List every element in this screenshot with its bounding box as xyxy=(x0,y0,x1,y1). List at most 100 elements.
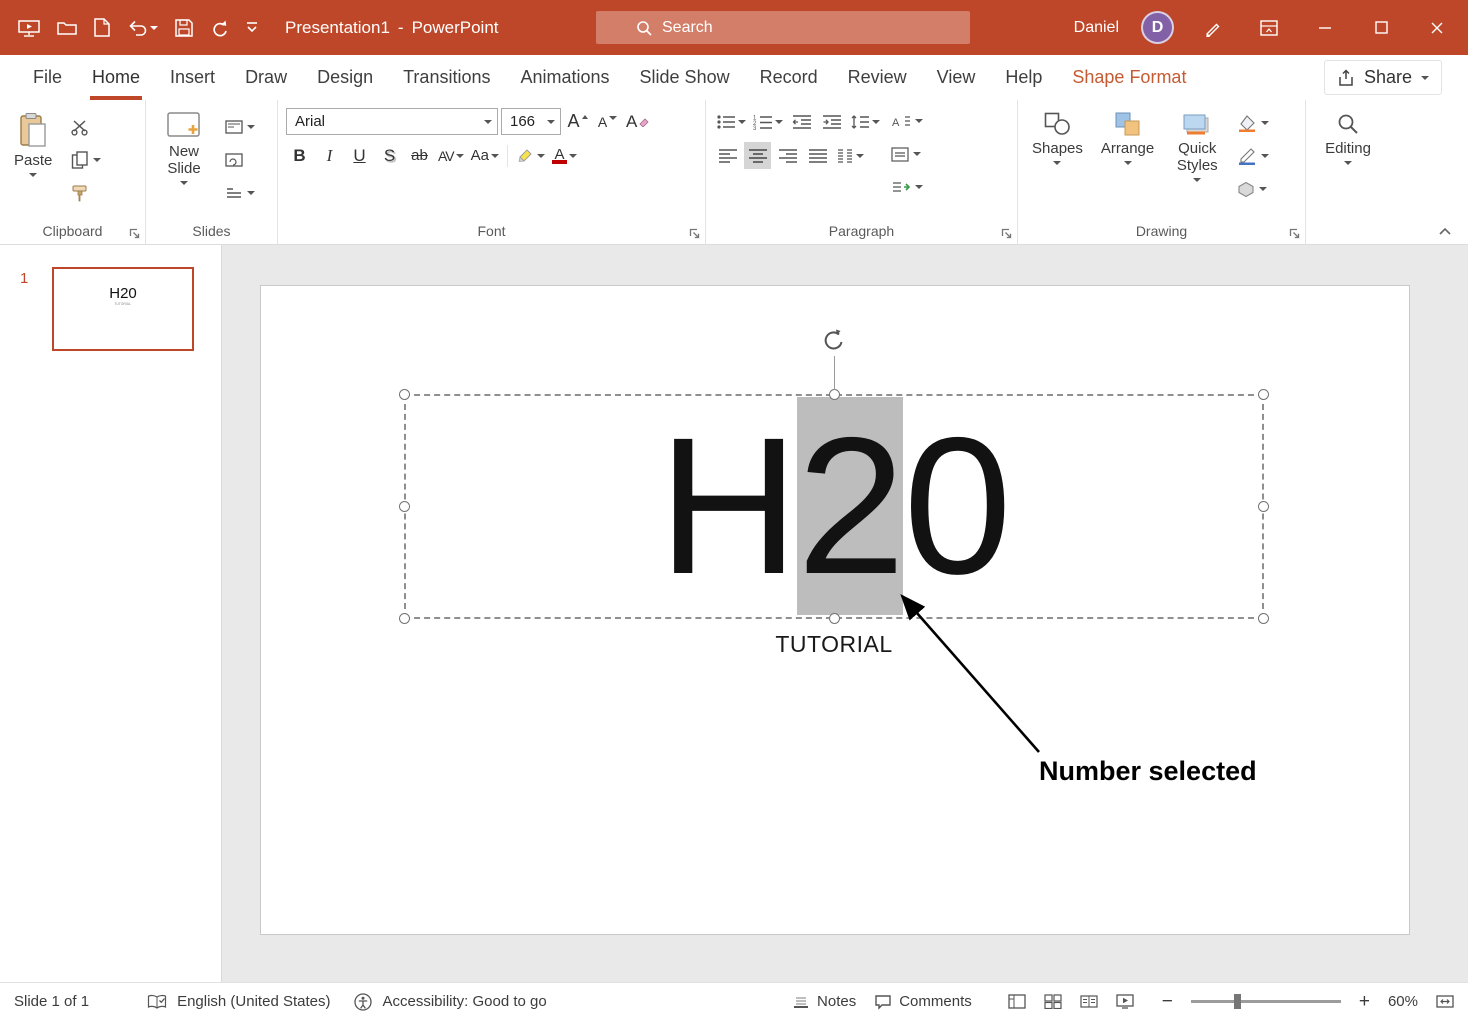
align-text-button[interactable] xyxy=(888,143,926,165)
numbering-button[interactable]: 123 xyxy=(751,108,785,135)
share-dropdown-icon[interactable] xyxy=(1421,76,1429,80)
arrange-dropdown-icon[interactable] xyxy=(1124,161,1132,165)
collapse-ribbon-button[interactable] xyxy=(1438,227,1452,236)
avatar[interactable]: D xyxy=(1141,11,1174,44)
grow-font-button[interactable]: A xyxy=(564,108,591,135)
cut-button[interactable] xyxy=(68,116,104,138)
rotate-handle[interactable] xyxy=(821,328,847,354)
shrink-font-button[interactable]: A xyxy=(594,108,621,135)
customize-quick-access-icon[interactable] xyxy=(245,21,259,34)
line-spacing-button[interactable] xyxy=(848,108,882,135)
font-dialog-launcher[interactable] xyxy=(689,228,700,239)
slide-thumbnail[interactable]: H20 TUTORIAL xyxy=(52,267,194,351)
ribbon-display-options-icon[interactable] xyxy=(1252,8,1286,48)
font-size-dropdown-icon[interactable] xyxy=(547,120,555,124)
clear-formatting-button[interactable]: A xyxy=(624,108,651,135)
accessibility-checker-button[interactable] xyxy=(354,993,372,1011)
layout-dropdown-icon[interactable] xyxy=(247,125,255,129)
redo-button[interactable] xyxy=(210,19,228,37)
copy-button[interactable] xyxy=(68,149,104,171)
zoom-level[interactable]: 60% xyxy=(1388,993,1418,1010)
paste-button[interactable]: Paste xyxy=(8,108,58,204)
align-right-button[interactable] xyxy=(774,142,801,169)
shape-effects-button[interactable] xyxy=(1234,178,1272,200)
text-direction-button[interactable]: A xyxy=(888,110,926,132)
decrease-indent-button[interactable] xyxy=(788,108,815,135)
tab-animations[interactable]: Animations xyxy=(505,55,624,100)
copy-dropdown-icon[interactable] xyxy=(93,158,101,162)
selected-text[interactable]: 2 xyxy=(797,397,903,615)
italic-button[interactable]: I xyxy=(316,142,343,169)
share-button[interactable]: Share xyxy=(1324,60,1442,95)
slide-sorter-view-button[interactable] xyxy=(1044,994,1062,1009)
bold-button[interactable]: B xyxy=(286,142,313,169)
tab-slide-show[interactable]: Slide Show xyxy=(625,55,745,100)
zoom-slider[interactable] xyxy=(1191,1000,1341,1003)
tab-help[interactable]: Help xyxy=(990,55,1057,100)
clipboard-dialog-launcher[interactable] xyxy=(129,228,140,239)
close-button[interactable] xyxy=(1420,8,1454,48)
font-family-dropdown-icon[interactable] xyxy=(484,120,492,124)
font-color-button[interactable]: A xyxy=(550,142,579,169)
notes-toggle-button[interactable]: Notes xyxy=(792,993,856,1010)
editing-dropdown-icon[interactable] xyxy=(1344,161,1352,165)
spell-check-button[interactable] xyxy=(147,994,167,1010)
resize-handle-e[interactable] xyxy=(1258,501,1269,512)
comments-toggle-button[interactable]: Comments xyxy=(874,993,972,1010)
fit-slide-to-window-button[interactable] xyxy=(1436,994,1454,1009)
text-shadow-button[interactable]: S xyxy=(376,142,403,169)
undo-button[interactable] xyxy=(127,19,158,36)
language-selector[interactable]: English (United States) xyxy=(177,993,330,1010)
new-slide-button[interactable]: New Slide xyxy=(154,108,214,204)
resize-handle-ne[interactable] xyxy=(1258,389,1269,400)
font-size-select[interactable]: 166 xyxy=(501,108,561,135)
title-textbox[interactable]: H20 xyxy=(404,394,1264,619)
ink-pen-icon[interactable] xyxy=(1196,8,1230,48)
resize-handle-w[interactable] xyxy=(399,501,410,512)
reading-view-button[interactable] xyxy=(1080,994,1098,1009)
paragraph-dialog-launcher[interactable] xyxy=(1001,228,1012,239)
change-case-button[interactable]: Aa xyxy=(469,142,501,169)
smartart-button[interactable] xyxy=(888,176,926,198)
section-button[interactable] xyxy=(222,182,258,204)
resize-handle-nw[interactable] xyxy=(399,389,410,400)
drawing-dialog-launcher[interactable] xyxy=(1289,228,1300,239)
character-spacing-button[interactable]: AV xyxy=(436,142,466,169)
layout-button[interactable] xyxy=(222,116,258,138)
editing-button[interactable]: Editing xyxy=(1314,108,1382,165)
shapes-dropdown-icon[interactable] xyxy=(1053,161,1061,165)
align-center-button[interactable] xyxy=(744,142,771,169)
annotation-text[interactable]: Number selected xyxy=(1039,756,1257,787)
save-button[interactable] xyxy=(175,19,193,37)
text-after-selection[interactable]: 0 xyxy=(903,397,1009,615)
slide-title-text[interactable]: H20 xyxy=(658,404,1010,609)
justify-button[interactable] xyxy=(804,142,831,169)
new-file-button[interactable] xyxy=(94,18,110,37)
resize-handle-s[interactable] xyxy=(829,613,840,624)
shape-fill-button[interactable] xyxy=(1234,112,1272,134)
slide[interactable]: H20 TUTORIAL Number selected xyxy=(260,285,1410,935)
strikethrough-button[interactable]: ab xyxy=(406,142,433,169)
text-before-selection[interactable]: H xyxy=(658,397,797,615)
tab-file[interactable]: File xyxy=(18,55,77,100)
font-color-dropdown-icon[interactable] xyxy=(569,154,577,158)
highlight-dropdown-icon[interactable] xyxy=(537,154,545,158)
quick-styles-dropdown-icon[interactable] xyxy=(1193,178,1201,182)
columns-button[interactable] xyxy=(834,142,866,169)
resize-handle-sw[interactable] xyxy=(399,613,410,624)
minimize-button[interactable] xyxy=(1308,8,1342,48)
user-name[interactable]: Daniel xyxy=(1074,19,1119,37)
text-highlight-button[interactable] xyxy=(514,142,547,169)
align-left-button[interactable] xyxy=(714,142,741,169)
format-painter-button[interactable] xyxy=(68,182,104,204)
tab-home[interactable]: Home xyxy=(77,55,155,100)
new-slide-dropdown-icon[interactable] xyxy=(180,181,188,185)
shape-outline-button[interactable] xyxy=(1234,145,1272,167)
section-dropdown-icon[interactable] xyxy=(247,191,255,195)
open-file-button[interactable] xyxy=(57,20,77,36)
reset-slide-button[interactable] xyxy=(222,149,258,171)
bullets-button[interactable] xyxy=(714,108,748,135)
shapes-button[interactable]: Shapes xyxy=(1026,108,1089,200)
font-family-select[interactable]: Arial xyxy=(286,108,498,135)
zoom-out-button[interactable]: − xyxy=(1162,991,1173,1013)
